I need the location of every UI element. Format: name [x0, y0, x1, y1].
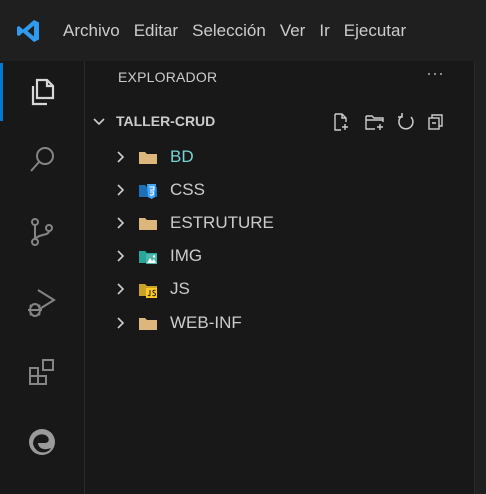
folder-label: CSS	[170, 180, 205, 199]
new-folder-icon[interactable]	[364, 111, 386, 133]
folder-row-css[interactable]: CSS	[85, 176, 474, 206]
folder-icon	[138, 215, 158, 236]
folder-icon	[138, 315, 158, 336]
menu-editar[interactable]: Editar	[127, 0, 185, 61]
folder-row-img[interactable]: IMG	[85, 242, 474, 272]
folder-label: WEB-INF	[170, 313, 242, 332]
folder-label: ESTRUTURE	[170, 213, 274, 232]
project-name: TALLER-CRUD	[116, 113, 216, 129]
explorer-title: EXPLORADOR	[118, 69, 218, 85]
folder-label: BD	[170, 147, 194, 166]
vscode-logo-icon[interactable]	[0, 0, 56, 61]
chevron-right-icon	[113, 281, 129, 302]
refresh-icon[interactable]	[395, 111, 417, 133]
folder-label: IMG	[170, 246, 203, 265]
chevron-right-icon	[113, 315, 129, 336]
css-folder-icon	[138, 182, 158, 205]
edge-browser-icon[interactable]	[0, 411, 84, 473]
explorer-activity-icon[interactable]	[0, 61, 84, 123]
folder-icon	[138, 149, 158, 170]
collapse-all-icon[interactable]	[425, 111, 447, 133]
menu-ejecutar[interactable]: Ejecutar	[337, 0, 413, 61]
extensions-icon[interactable]	[0, 341, 84, 403]
activity-bar	[0, 61, 85, 494]
more-actions-button[interactable]: ···	[426, 63, 444, 84]
search-activity-icon[interactable]	[0, 129, 84, 191]
chevron-right-icon	[113, 248, 129, 269]
source-control-icon[interactable]	[0, 201, 84, 263]
chevron-right-icon	[113, 215, 129, 236]
folder-row-estruture[interactable]: ESTRUTURE	[85, 209, 474, 239]
images-folder-icon	[138, 248, 158, 271]
menu-ver[interactable]: Ver	[273, 0, 313, 61]
editor-area[interactable]	[474, 61, 486, 494]
explorer-sidebar: EXPLORADOR ··· TALLER-CRUD BD CSS ESTRUT…	[85, 61, 474, 494]
menu-bar: Archivo Editar Selección Ver Ir Ejecutar	[0, 0, 486, 61]
menu-seleccion[interactable]: Selección	[185, 0, 273, 61]
new-file-icon[interactable]	[330, 111, 352, 133]
folder-row-bd[interactable]: BD	[85, 143, 474, 173]
js-folder-icon	[138, 281, 158, 304]
folder-row-web-inf[interactable]: WEB-INF	[85, 309, 474, 339]
project-section-header[interactable]: TALLER-CRUD	[85, 111, 474, 135]
menu-ir[interactable]: Ir	[312, 0, 336, 61]
chevron-down-icon	[91, 113, 107, 134]
folder-row-js[interactable]: JS	[85, 275, 474, 305]
folder-label: JS	[170, 279, 190, 298]
chevron-right-icon	[113, 149, 129, 170]
run-debug-icon[interactable]	[0, 271, 84, 333]
menu-archivo[interactable]: Archivo	[56, 0, 127, 61]
chevron-right-icon	[113, 182, 129, 203]
